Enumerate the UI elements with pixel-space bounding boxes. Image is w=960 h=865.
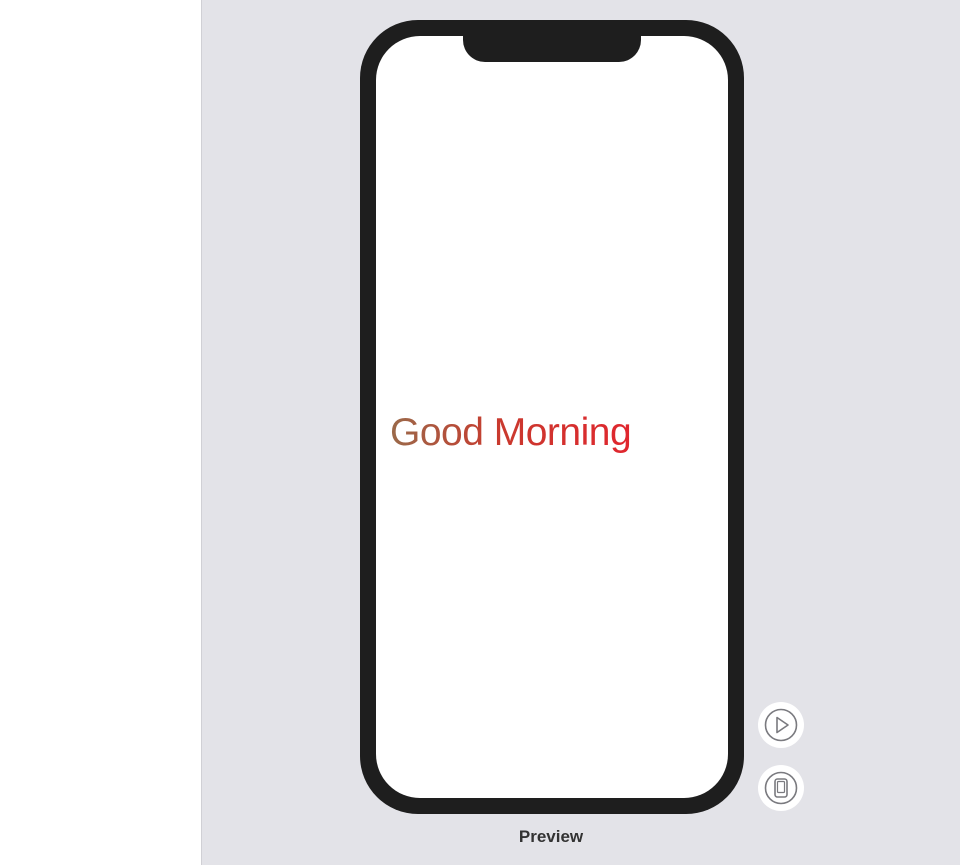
device-settings-button[interactable] [758, 765, 804, 811]
live-preview-button[interactable] [758, 702, 804, 748]
device-notch [463, 20, 641, 62]
editor-pane [0, 0, 201, 865]
greeting-text: Good Morning [390, 411, 632, 454]
device-icon [764, 771, 798, 805]
preview-label: Preview [518, 827, 584, 846]
device-frame: Good Morning [360, 20, 744, 814]
device-screen: Good Morning [376, 36, 728, 798]
play-circle-icon [764, 708, 798, 742]
